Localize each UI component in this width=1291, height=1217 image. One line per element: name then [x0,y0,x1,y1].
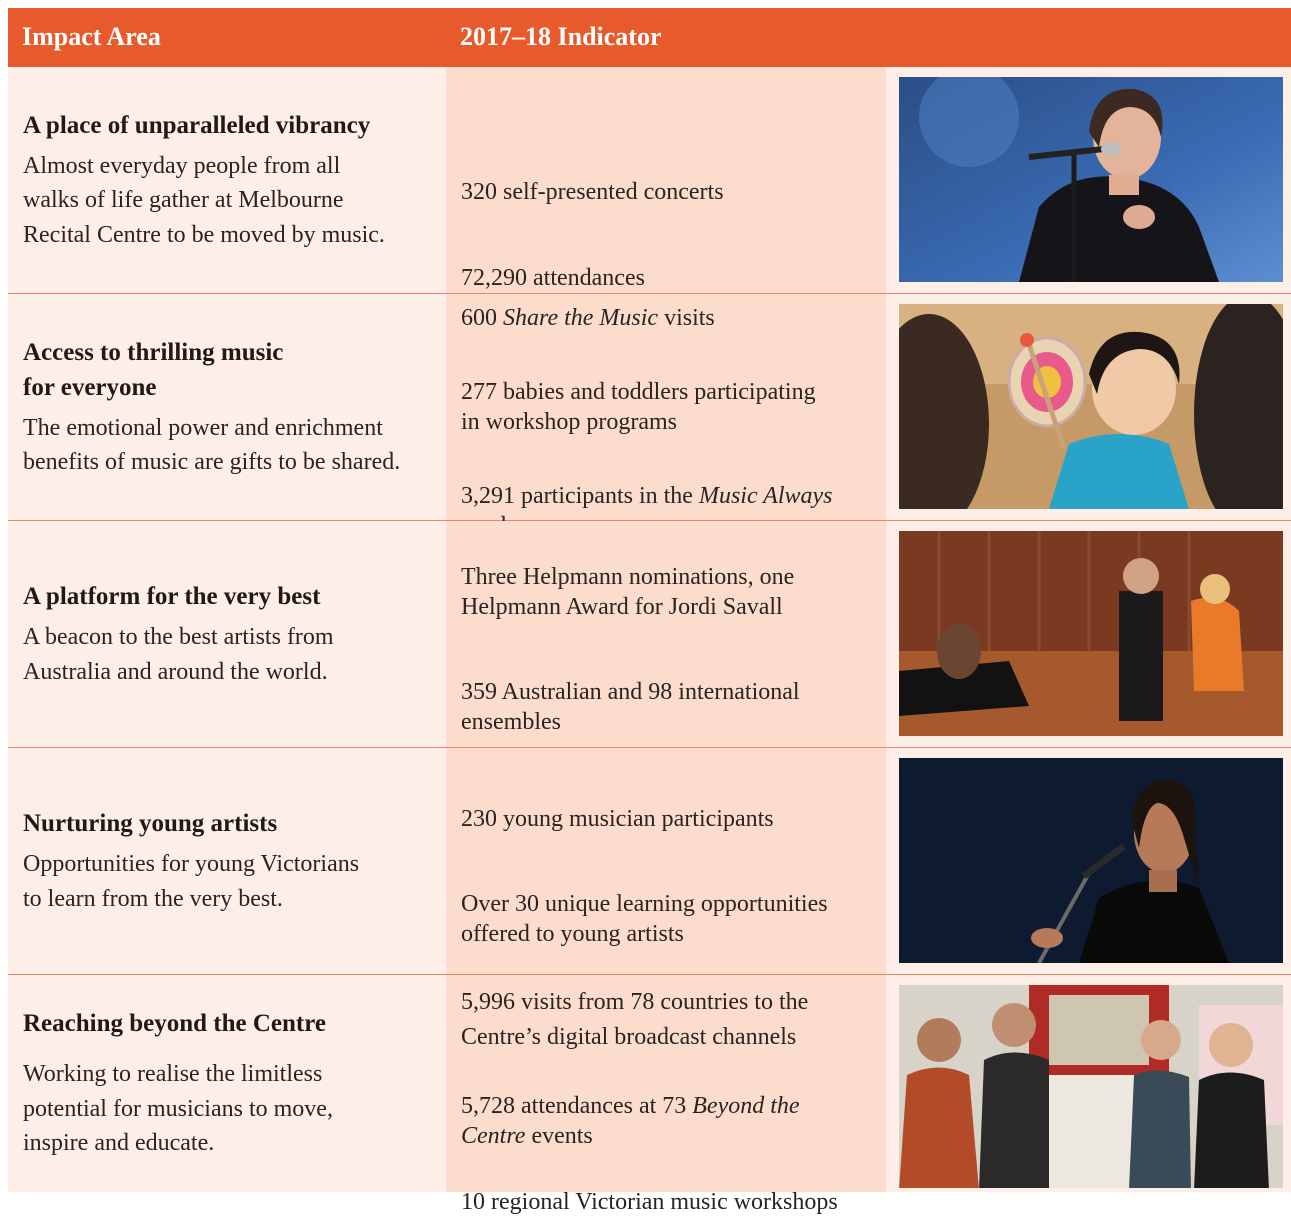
area-description: A beacon to the best artists from Austra… [23,624,334,685]
photo-cell [886,294,1291,520]
photo-cell [886,521,1291,747]
table-row: A place of unparalleled vibrancy Almost … [8,67,1291,294]
child-playing-drum-image [899,304,1283,509]
area-description: Almost everyday people from all walks of… [23,152,385,248]
impact-table: Impact Area 2017–18 Indicator A place of… [8,8,1291,1215]
area-title: A place of unparalleled vibrancy [23,111,371,139]
table-row: Nurturing young artists Opportunities fo… [8,748,1291,975]
photo-cell [886,975,1291,1192]
performers-on-stage-image [899,531,1283,736]
impact-area-cell: Nurturing young artists Opportunities fo… [8,748,446,974]
area-title: Access to thrilling music for everyone [23,338,284,401]
photo-cell [886,748,1291,974]
impact-area-cell: Reaching beyond the Centre Working to re… [8,975,446,1192]
table-row: Access to thrilling music for everyone T… [8,294,1291,539]
indicator-item: 359 Australian and 98 international ense… [461,678,800,735]
header-impact-area: Impact Area [22,22,161,51]
indicator-cell: Three Helpmann nominations, one Helpmann… [446,521,886,747]
indicator-item: 10 regional Victorian music workshops [461,1189,838,1215]
concert-hall-photo [899,531,1283,736]
table-row: A platform for the very best A beacon to… [8,521,1291,748]
young-singer-photo [899,758,1283,963]
indicator-cell: 5,996 visits from 78 countries to the Ce… [446,975,886,1215]
indicator-cell: 230 young musician participants Over 30 … [446,748,886,974]
group-photo [899,985,1283,1188]
photo-cell [886,67,1291,293]
indicator-item: 5,728 attendances at 73 Beyond the Centr… [461,1093,800,1149]
area-description: Opportunities for young Victorians to le… [23,851,360,912]
indicator-item: 600 Share the Music visits [461,305,715,331]
four-musicians-image [899,985,1283,1188]
child-with-drum-photo [899,304,1283,509]
singer-with-microphone-image [899,77,1283,282]
area-title: Nurturing young artists [23,810,278,837]
impact-area-cell: Access to thrilling music for everyone T… [8,294,446,520]
indicator-item: 277 babies and toddlers participating in… [461,379,816,435]
indicator-item: 320 self-presented concerts [461,179,724,205]
indicator-item: 5,996 visits from 78 countries to the Ce… [461,989,809,1050]
table-row: Reaching beyond the Centre Working to re… [8,975,1291,1215]
area-title: Reaching beyond the Centre [23,1010,327,1038]
indicator-cell: 600 Share the Music visits 277 babies an… [446,294,886,539]
indicator-item: Over 30 unique learning opportunities of… [461,890,828,947]
singer-photo [899,77,1283,282]
indicator-item: 230 young musician participants [461,805,774,832]
impact-area-cell: A place of unparalleled vibrancy Almost … [8,67,446,293]
header-indicator: 2017–18 Indicator [460,22,662,51]
indicator-item: Three Helpmann nominations, one Helpmann… [461,563,795,620]
indicator-cell: 320 self-presented concerts 72,290 atten… [446,67,886,293]
area-title: A platform for the very best [23,583,321,610]
young-singer-image [899,758,1283,963]
table-header: Impact Area 2017–18 Indicator [8,8,1291,67]
area-description: The emotional power and enrichment benef… [23,414,401,476]
area-description: Working to realise the limitless potenti… [23,1061,333,1157]
impact-area-cell: A platform for the very best A beacon to… [8,521,446,747]
